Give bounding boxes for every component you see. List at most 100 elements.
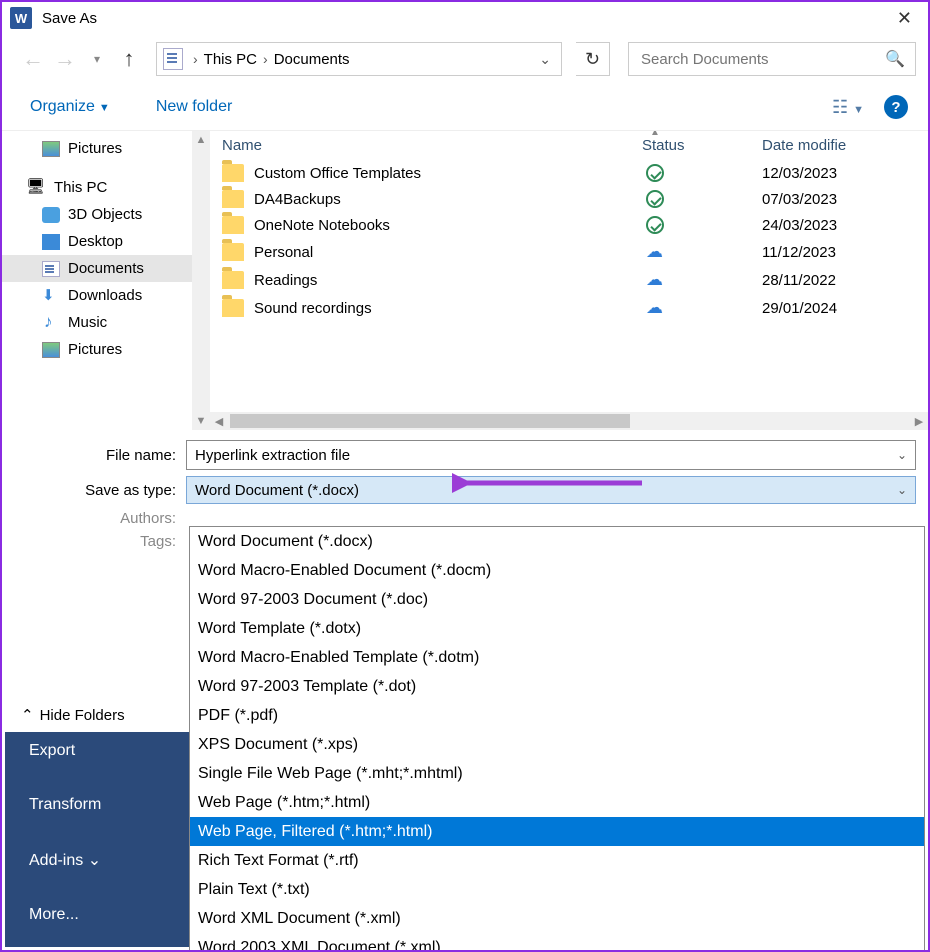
- folder-icon: [222, 243, 244, 261]
- savetype-option[interactable]: PDF (*.pdf): [190, 701, 924, 730]
- pictures-icon: [42, 141, 60, 157]
- close-icon[interactable]: ✕: [889, 4, 920, 33]
- tree-pictures[interactable]: Pictures: [2, 135, 192, 162]
- folder-icon: [222, 299, 244, 317]
- savetype-option[interactable]: Web Page (*.htm;*.html): [190, 788, 924, 817]
- file-list: ▲ Name Status Date modifie Custom Office…: [210, 131, 928, 430]
- savetype-option[interactable]: Word Template (*.dotx): [190, 614, 924, 643]
- synced-icon: [646, 164, 664, 182]
- organize-button[interactable]: Organize▼: [22, 92, 118, 122]
- backstage-export[interactable]: Export: [5, 732, 189, 778]
- folder-icon: [222, 164, 244, 182]
- breadcrumb-root[interactable]: This PC: [204, 51, 257, 68]
- sort-indicator-icon: ▲: [650, 131, 660, 138]
- file-name: Readings: [254, 272, 642, 289]
- table-row[interactable]: Readings☁ 28/11/2022: [210, 266, 928, 294]
- table-row[interactable]: Custom Office Templates12/03/2023: [210, 160, 928, 186]
- breadcrumb-folder[interactable]: Documents: [274, 51, 350, 68]
- list-h-scrollbar[interactable]: ◀ ▶: [210, 412, 928, 430]
- backstage-transform[interactable]: Transform: [5, 778, 189, 832]
- table-row[interactable]: Personal☁11/12/2023: [210, 238, 928, 266]
- savetype-option[interactable]: Word 97-2003 Template (*.dot): [190, 672, 924, 701]
- hide-folders-button[interactable]: ⌃ Hide Folders: [21, 706, 171, 724]
- back-button[interactable]: ←: [20, 46, 46, 72]
- savetype-option[interactable]: Word 97-2003 Document (*.doc): [190, 585, 924, 614]
- search-icon[interactable]: 🔍: [885, 49, 905, 69]
- table-row[interactable]: DA4Backups 07/03/2023: [210, 186, 928, 212]
- filename-input[interactable]: Hyperlink extraction file ⌄: [186, 440, 916, 470]
- word-app-icon: W: [10, 7, 32, 29]
- column-headers: Name Status Date modifie: [210, 131, 928, 160]
- search-input[interactable]: [639, 50, 885, 69]
- col-name[interactable]: Name: [214, 137, 634, 154]
- file-date: 07/03/2023: [762, 191, 924, 208]
- tree-3d-objects[interactable]: 3D Objects: [2, 201, 192, 228]
- scroll-up-icon[interactable]: ▲: [192, 131, 210, 149]
- table-row[interactable]: OneNote Notebooks24/03/2023: [210, 212, 928, 238]
- file-name: Personal: [254, 244, 642, 261]
- search-box[interactable]: 🔍: [628, 42, 916, 76]
- tree-this-pc[interactable]: This PC: [2, 174, 192, 201]
- tree-scrollbar[interactable]: ▲ ▼: [192, 131, 210, 430]
- chevron-down-icon: ⌄: [83, 852, 101, 869]
- titlebar: W Save As ✕: [2, 2, 928, 34]
- chevron-right-icon[interactable]: ›: [257, 51, 274, 67]
- recent-dropdown-icon[interactable]: ▾: [84, 46, 110, 72]
- savetype-option[interactable]: Single File Web Page (*.mht;*.mhtml): [190, 759, 924, 788]
- chevron-up-icon: ⌃: [21, 706, 34, 724]
- backstage-sidebar: Export Transform Add-ins ⌄ More...: [5, 732, 189, 947]
- file-date: 11/12/2023: [762, 244, 924, 261]
- savetype-option[interactable]: Word Document (*.docx): [190, 527, 924, 556]
- address-dropdown-icon[interactable]: ⌄: [535, 51, 555, 68]
- tags-label: Tags:: [14, 533, 186, 550]
- documents-icon: [42, 261, 60, 277]
- cloud-icon: ☁: [646, 270, 663, 290]
- folder-icon: [222, 216, 244, 234]
- tree-pictures-2[interactable]: Pictures: [2, 336, 192, 363]
- desktop-icon: [42, 234, 60, 250]
- view-options-button[interactable]: ☷ ▼: [824, 93, 872, 122]
- savetype-option[interactable]: Word Macro-Enabled Template (*.dotm): [190, 643, 924, 672]
- scroll-thumb[interactable]: [230, 414, 630, 428]
- file-date: 29/01/2024: [762, 300, 924, 317]
- table-row[interactable]: Sound recordings☁29/01/2024: [210, 294, 928, 322]
- address-bar[interactable]: › This PC › Documents ⌄: [156, 42, 562, 76]
- file-date: 28/11/2022: [762, 272, 924, 289]
- savetype-option[interactable]: Plain Text (*.txt): [190, 875, 924, 904]
- backstage-more[interactable]: More...: [5, 888, 189, 942]
- chevron-down-icon[interactable]: ⌄: [897, 483, 907, 497]
- savetype-option[interactable]: Word Macro-Enabled Document (*.docm): [190, 556, 924, 585]
- savetype-option[interactable]: XPS Document (*.xps): [190, 730, 924, 759]
- file-name: DA4Backups: [254, 191, 642, 208]
- 3d-objects-icon: [42, 207, 60, 223]
- scroll-right-icon[interactable]: ▶: [910, 415, 928, 428]
- folder-icon: [222, 271, 244, 289]
- help-icon[interactable]: ?: [884, 95, 908, 119]
- tree-downloads[interactable]: Downloads: [2, 282, 192, 309]
- folder-icon: [222, 190, 244, 208]
- chevron-right-icon[interactable]: ›: [187, 51, 204, 67]
- up-button[interactable]: ↑: [116, 46, 142, 72]
- synced-icon: [646, 216, 664, 234]
- new-folder-button[interactable]: New folder: [148, 92, 240, 122]
- file-name: Sound recordings: [254, 300, 642, 317]
- chevron-down-icon[interactable]: ⌄: [897, 448, 907, 462]
- savetype-option[interactable]: Rich Text Format (*.rtf): [190, 846, 924, 875]
- savetype-option[interactable]: Web Page, Filtered (*.htm;*.html): [190, 817, 924, 846]
- backstage-addins[interactable]: Add-ins ⌄: [5, 832, 189, 888]
- scroll-down-icon[interactable]: ▼: [192, 412, 210, 430]
- scroll-left-icon[interactable]: ◀: [210, 415, 228, 428]
- savetype-option[interactable]: Word 2003 XML Document (*.xml): [190, 933, 924, 952]
- savetype-option[interactable]: Word XML Document (*.xml): [190, 904, 924, 933]
- tree-desktop[interactable]: Desktop: [2, 228, 192, 255]
- forward-button[interactable]: →: [52, 46, 78, 72]
- tree-music[interactable]: Music: [2, 309, 192, 336]
- refresh-button[interactable]: ↻: [576, 42, 610, 76]
- chevron-down-icon: ▼: [99, 102, 110, 114]
- music-icon: [42, 315, 60, 331]
- savetype-combo[interactable]: Word Document (*.docx) ⌄: [186, 476, 916, 504]
- col-date[interactable]: Date modifie: [754, 137, 924, 154]
- tree-documents[interactable]: Documents: [2, 255, 192, 282]
- col-status[interactable]: Status: [634, 137, 754, 154]
- savetype-label: Save as type:: [14, 482, 186, 499]
